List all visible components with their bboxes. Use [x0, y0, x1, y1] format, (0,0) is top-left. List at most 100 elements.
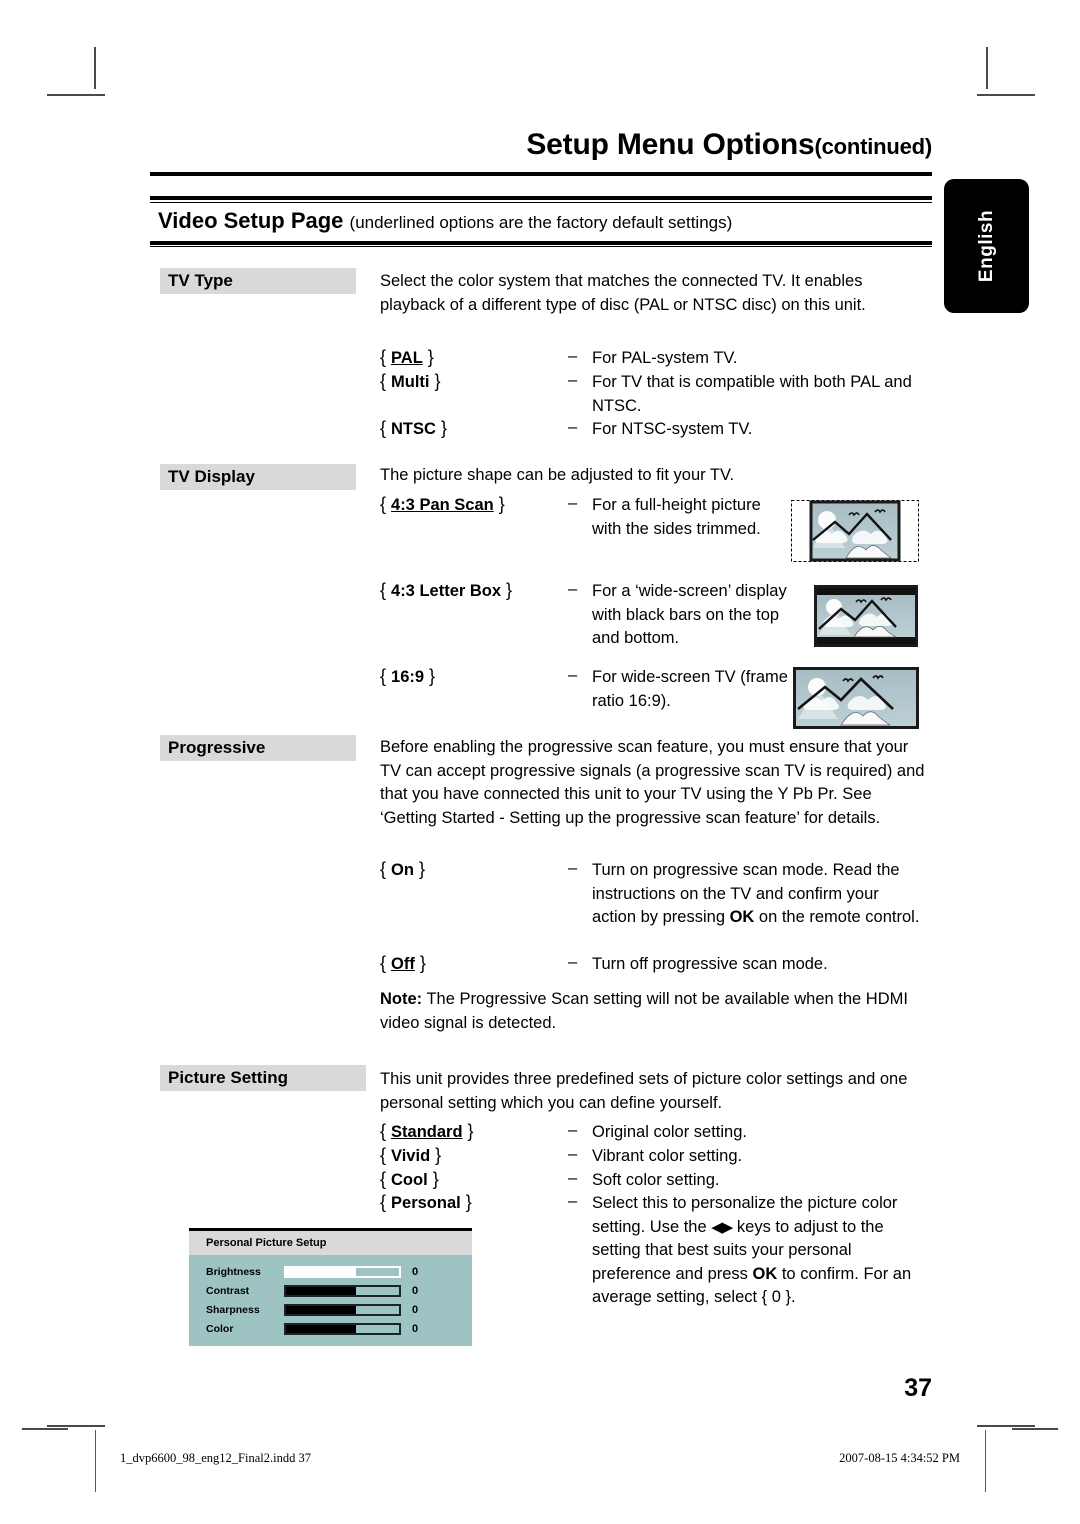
section-title: Video Setup Page [158, 208, 344, 233]
footer-timestamp: 2007-08-15 4:34:52 PM [839, 1451, 960, 1465]
option-desc-16-9: For wide-screen TV (frame ratio 16:9). [592, 668, 788, 710]
option-desc-pal: For PAL-system TV. [592, 349, 738, 367]
option-dash: – [568, 580, 578, 598]
osd-slider-sharpness[interactable] [284, 1304, 401, 1316]
option-dash: – [568, 1121, 578, 1139]
option-desc-part: on the remote control. [754, 908, 920, 926]
option-desc-on: Turn on progressive scan mode. Read the … [592, 859, 927, 930]
option-desc-off: Turn off progressive scan mode. [592, 955, 828, 973]
note-text: The Progressive Scan setting will not be… [380, 990, 908, 1032]
option-label: Vivid [391, 1147, 431, 1165]
option-label: 4:3 Pan Scan [391, 496, 494, 514]
section-label-text: Progressive [168, 738, 266, 757]
osd-row-value: 0 [412, 1266, 419, 1278]
option-name-cool: { Cool } [380, 1169, 439, 1189]
option-desc-ntsc: For NTSC-system TV. [592, 420, 753, 438]
language-tab-label: English [975, 209, 997, 283]
page-number: 37 [904, 1374, 932, 1402]
progressive-note: Note: The Progressive Scan setting will … [380, 988, 925, 1035]
option-desc-multi: For TV that is compatible with both PAL … [592, 373, 912, 415]
osd-row-label: Color [206, 1323, 234, 1335]
osd-row-value: 0 [412, 1304, 419, 1316]
option-dash: – [568, 418, 578, 436]
option-name-personal: { Personal } [380, 1192, 472, 1212]
osd-slider-brightness[interactable] [284, 1266, 401, 1278]
section-subtitle: (underlined options are the factory defa… [349, 213, 733, 232]
crop-mark-top-right-vertical [986, 47, 988, 89]
option-name-16-9: { 16:9 } [380, 666, 436, 686]
osd-row-label: Sharpness [206, 1304, 260, 1316]
section-heading: Video Setup Page (underlined options are… [158, 208, 732, 234]
note-label: Note: [380, 990, 423, 1008]
section-label-progressive: Progressive [160, 735, 356, 761]
page-title-text: Setup Menu Options [526, 128, 815, 161]
option-name-off: { Off } [380, 953, 426, 973]
option-dash: – [568, 371, 578, 389]
osd-row-value: 0 [412, 1323, 419, 1335]
section-label-picture-setting: Picture Setting [160, 1065, 366, 1091]
option-desc-cool: Soft color setting. [592, 1171, 720, 1189]
osd-title: Personal Picture Setup [189, 1231, 472, 1255]
section-label-text: TV Display [168, 467, 255, 486]
option-label: On [391, 861, 414, 879]
section-rule-bottom-thin [150, 246, 932, 247]
option-dash: – [568, 347, 578, 365]
option-label: 16:9 [391, 668, 425, 686]
osd-row-label: Contrast [206, 1285, 250, 1297]
personal-picture-setup-osd: Personal Picture Setup Brightness 0 Cont… [189, 1228, 472, 1346]
osd-row-contrast: Contrast 0 [206, 1282, 472, 1300]
footer-filename: 1_dvp6600_98_eng12_Final2.indd 37 [120, 1451, 311, 1465]
footer-rule-right [1012, 1428, 1058, 1430]
arrow-keys-icon: ◀▶ [711, 1218, 733, 1236]
option-label: 4:3 Letter Box [391, 582, 502, 600]
option-desc-letter-box: For a ‘wide-screen’ display with black b… [592, 582, 787, 647]
option-desc-emphasis: OK [752, 1264, 778, 1283]
option-name-standard: { Standard } [380, 1121, 474, 1141]
crop-mark-top-right-horizontal [977, 94, 1035, 96]
osd-slider-color[interactable] [284, 1323, 401, 1335]
crop-mark-bottom-right-horizontal [977, 1425, 1035, 1427]
osd-row-brightness: Brightness 0 [206, 1263, 472, 1281]
option-dash: – [568, 1169, 578, 1187]
option-dash: – [568, 953, 578, 971]
option-dash: – [568, 1145, 578, 1163]
crop-mark-top-left-horizontal [47, 94, 105, 96]
section-label-tv-type: TV Type [160, 268, 356, 294]
option-name-vivid: { Vivid } [380, 1145, 442, 1165]
section-intro-progressive: Before enabling the progressive scan fea… [380, 738, 925, 827]
osd-row-value: 0 [412, 1285, 419, 1297]
option-label: Multi [391, 373, 430, 391]
footer-bar-left [95, 1430, 96, 1492]
option-name-multi: { Multi } [380, 371, 441, 391]
osd-slider-contrast[interactable] [284, 1285, 401, 1297]
option-dash: – [568, 1192, 578, 1210]
option-label: Personal [391, 1194, 461, 1212]
title-rule [150, 172, 932, 176]
footer-rule-left [22, 1428, 68, 1430]
footer-bar-right [985, 1430, 986, 1492]
option-desc-standard: Original color setting. [592, 1123, 747, 1141]
option-name-on: { On } [380, 859, 425, 879]
osd-row-sharpness: Sharpness 0 [206, 1301, 472, 1319]
osd-rows: Brightness 0 Contrast 0 Sharpness 0 Colo… [189, 1255, 472, 1338]
option-label: PAL [391, 349, 423, 367]
section-label-text: TV Type [168, 271, 233, 290]
section-rule-bottom-thick [150, 241, 932, 245]
section-rule-top-thin [150, 202, 932, 203]
page-title: Setup Menu Options(continued) [150, 128, 932, 162]
option-label: NTSC [391, 420, 436, 438]
option-name-pan-scan: { 4:3 Pan Scan } [380, 494, 505, 514]
osd-row-color: Color 0 [206, 1320, 472, 1338]
option-name-letter-box: { 4:3 Letter Box } [380, 580, 513, 600]
option-name-ntsc: { NTSC } [380, 418, 447, 438]
language-tab-english: English [944, 179, 1029, 313]
section-label-text: Picture Setting [168, 1068, 288, 1087]
crop-mark-bottom-left-horizontal [47, 1425, 105, 1427]
option-label: Standard [391, 1123, 463, 1141]
page-title-continued: (continued) [814, 134, 932, 159]
section-intro-tv-display: The picture shape can be adjusted to fit… [380, 466, 735, 484]
option-desc-pan-scan: For a full-height picture with the sides… [592, 496, 761, 538]
option-desc-personal: Select this to personalize the picture c… [592, 1192, 932, 1310]
tv-thumbnail-pan-scan [791, 500, 919, 562]
option-name-pal: { PAL } [380, 347, 434, 367]
